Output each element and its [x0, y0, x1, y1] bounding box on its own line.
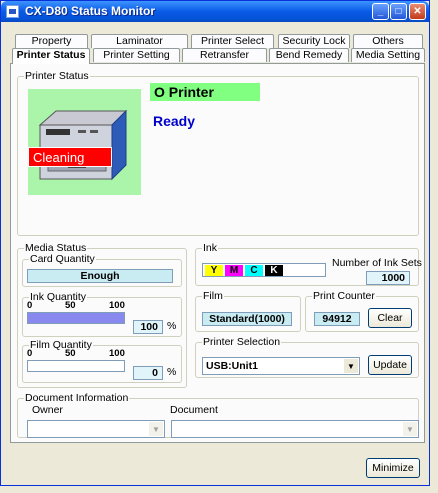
ink-swatch-k: K: [265, 265, 283, 276]
tab-retransfer[interactable]: Retransfer: [182, 48, 267, 62]
ink-tick-50: 50: [65, 300, 76, 311]
tab-bend-remedy[interactable]: Bend Remedy: [269, 48, 349, 62]
ink-unit: %: [167, 320, 177, 332]
ink-group-label: Ink: [202, 242, 219, 254]
tab-media-setting[interactable]: Media Setting: [351, 48, 425, 62]
printer-state: Ready: [153, 113, 196, 129]
card-quantity-label: Card Quantity: [29, 253, 96, 265]
print-counter-value: 94912: [314, 312, 360, 326]
clear-button[interactable]: Clear: [368, 308, 412, 328]
film-group-label: Film: [202, 290, 224, 302]
document-dropdown[interactable]: ▼: [171, 420, 419, 438]
ink-quantity-group: Ink Quantity 0 50 100 100 %: [22, 291, 182, 337]
document-info-group-label: Document Information: [24, 392, 130, 404]
film-group: Film Standard(1000): [195, 290, 301, 332]
ink-tick-100: 100: [109, 300, 125, 311]
close-icon: ✕: [413, 6, 422, 17]
film-tick-50: 50: [65, 348, 76, 359]
film-quantity-value: 0: [133, 366, 163, 380]
print-counter-group: Print Counter 94912 Clear: [305, 290, 419, 332]
tab-panel: Printer Status Cleaning O Printer Ready: [10, 63, 425, 443]
maximize-icon: □: [395, 6, 402, 17]
card-quantity-group: Card Quantity Enough: [22, 253, 182, 287]
minimize-icon: _: [377, 6, 384, 17]
tab-laminator[interactable]: Laminator: [91, 34, 188, 48]
tab-property[interactable]: Property: [15, 34, 88, 48]
owner-dropdown[interactable]: ▼: [27, 420, 165, 438]
minimize-window-button[interactable]: _: [372, 3, 389, 20]
ink-group: Ink YMCK Number of Ink Sets 1000: [195, 242, 422, 286]
ink-quantity-value: 100: [133, 320, 163, 334]
film-unit: %: [167, 366, 177, 378]
title-bar[interactable]: CX-D80 Status Monitor _ □ ✕: [1, 1, 429, 22]
film-quantity-label: Film Quantity: [29, 339, 93, 351]
ink-level-bar: [27, 312, 125, 324]
app-icon: [6, 5, 19, 18]
document-label: Document: [170, 404, 218, 416]
tab-printer-select[interactable]: Printer Select: [191, 34, 274, 48]
printer-selection-dropdown[interactable]: USB:Unit1 ▼: [202, 357, 360, 375]
media-status-group: Media Status Card Quantity Enough Ink Qu…: [17, 242, 187, 388]
printer-status-group: Printer Status Cleaning O Printer Ready: [17, 70, 419, 236]
update-button[interactable]: Update: [368, 355, 412, 375]
chevron-down-icon[interactable]: ▼: [403, 422, 417, 436]
print-counter-group-label: Print Counter: [312, 290, 376, 302]
ink-tick-0: 0: [27, 300, 33, 311]
printer-selection-value: USB:Unit1: [206, 360, 258, 372]
status-monitor-window: CX-D80 Status Monitor _ □ ✕ Property Lam…: [0, 0, 430, 486]
ink-swatch-strip: YMCK: [202, 263, 326, 277]
printer-indicator: O Printer: [150, 83, 260, 101]
close-window-button[interactable]: ✕: [409, 3, 426, 20]
tab-printer-setting[interactable]: Printer Setting: [93, 48, 180, 62]
ink-swatch-y: Y: [205, 265, 223, 276]
film-level-bar: [27, 360, 125, 372]
minimize-button[interactable]: Minimize: [366, 458, 420, 478]
film-tick-0: 0: [27, 348, 33, 359]
window-title: CX-D80 Status Monitor: [25, 4, 156, 18]
printer-icon: [38, 109, 128, 181]
chevron-down-icon[interactable]: ▼: [344, 359, 358, 373]
ink-swatch-c: C: [245, 265, 263, 276]
maximize-window-button[interactable]: □: [390, 3, 407, 20]
printer-status-group-label: Printer Status: [24, 70, 90, 82]
cleaning-overlay: Cleaning: [28, 147, 112, 167]
ink-sets-label: Number of Ink Sets: [332, 257, 422, 269]
film-tick-100: 100: [109, 348, 125, 359]
tab-others[interactable]: Others: [353, 34, 423, 48]
ink-quantity-label: Ink Quantity: [29, 291, 88, 303]
film-quantity-group: Film Quantity 0 50 100 0 %: [22, 339, 182, 383]
printer-image: Cleaning: [28, 89, 141, 195]
tab-printer-status[interactable]: Printer Status: [12, 48, 90, 64]
chevron-down-icon[interactable]: ▼: [149, 422, 163, 436]
film-value: Standard(1000): [202, 312, 292, 326]
printer-selection-group-label: Printer Selection: [202, 336, 282, 348]
tab-security-lock[interactable]: Security Lock: [278, 34, 350, 48]
card-quantity-value: Enough: [27, 269, 173, 283]
ink-swatch-m: M: [225, 265, 243, 276]
ink-sets-value: 1000: [366, 271, 410, 285]
owner-label: Owner: [32, 404, 63, 416]
ink-level-fill: [28, 313, 124, 323]
printer-selection-group: Printer Selection USB:Unit1 ▼ Update: [195, 336, 419, 378]
